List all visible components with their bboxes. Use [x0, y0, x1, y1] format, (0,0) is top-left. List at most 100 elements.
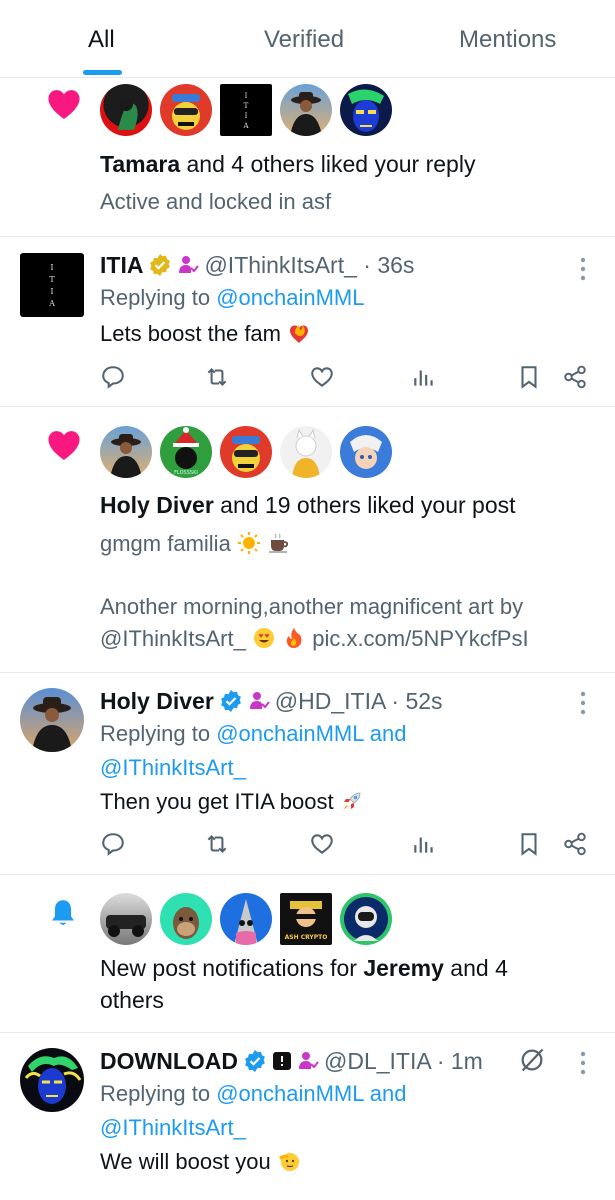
bookmark-icon[interactable] — [516, 364, 542, 390]
like-icon[interactable] — [309, 831, 335, 857]
heart-icon — [48, 431, 80, 461]
tweet-header: DOWNLOAD @DL_ITIA · 1m — [100, 1046, 483, 1076]
snippet-line: Another morning,another magnificent art … — [100, 594, 524, 619]
svg-text:FLOSSSKI: FLOSSSKI — [174, 470, 198, 476]
reply-target-link[interactable]: @onchainMML and — [216, 1081, 406, 1106]
svg-text:I: I — [50, 263, 53, 272]
avatar[interactable] — [220, 426, 272, 478]
reply-icon[interactable] — [100, 831, 126, 857]
tab-verified[interactable]: Verified — [264, 26, 344, 54]
like-icon[interactable] — [309, 364, 335, 390]
handle-and-time: @IThinkItsArt_ · 36s — [204, 252, 415, 278]
snippet-line: gmgm familia — [100, 531, 231, 556]
svg-text:ASH CRYPTO: ASH CRYPTO — [285, 934, 328, 941]
avatar[interactable] — [340, 426, 392, 478]
views-icon[interactable] — [411, 831, 437, 857]
divider — [0, 1032, 615, 1033]
tab-all[interactable]: All — [88, 26, 115, 54]
svg-text:T: T — [244, 102, 249, 110]
more-options-icon[interactable] — [576, 1050, 590, 1076]
avatar[interactable]: ITIA — [20, 253, 84, 317]
reply-target-link[interactable]: @onchainMML — [216, 285, 364, 310]
repost-icon[interactable] — [204, 364, 230, 390]
tweet-text: Lets boost the fam — [100, 318, 311, 350]
liker-name[interactable]: Holy Diver — [100, 492, 214, 518]
share-icon[interactable] — [562, 831, 588, 857]
replying-to: Replying to @onchainMML and @IThinkItsArt… — [100, 1077, 580, 1145]
views-icon[interactable] — [411, 364, 437, 390]
reply-icon[interactable] — [100, 364, 126, 390]
reply-target-link[interactable]: @IThinkItsArt_ — [100, 1115, 246, 1140]
notification-action: and 4 — [443, 955, 508, 981]
avatar[interactable] — [20, 1048, 84, 1112]
avatar[interactable] — [280, 84, 332, 136]
liker-avatars: ITIA — [100, 84, 392, 136]
repost-icon[interactable] — [204, 831, 230, 857]
replying-to: Replying to @onchainMML and @IThinkItsArt… — [100, 717, 580, 785]
notification-text: Holy Diver and 19 others liked your post — [100, 489, 516, 521]
avatar[interactable] — [220, 893, 272, 945]
notification-action: New post notifications for — [100, 955, 364, 981]
affiliate-badge-icon — [179, 256, 200, 273]
verified-badge-icon — [150, 254, 171, 276]
avatar[interactable] — [340, 893, 392, 945]
svg-text:I: I — [245, 92, 248, 100]
notification-text: Tamara and 4 others liked your reply — [100, 148, 475, 180]
avatar[interactable]: ITIA — [220, 84, 272, 136]
notification-action: and 19 others liked your post — [213, 492, 516, 518]
more-options-icon[interactable] — [576, 690, 590, 716]
verified-badge-icon — [245, 1050, 265, 1072]
avatar[interactable]: ASH CRYPTO — [280, 893, 332, 945]
svg-text:T: T — [49, 275, 55, 284]
notification-action: and 4 others liked your reply — [180, 151, 476, 177]
heart-on-fire-emoji-icon — [290, 325, 309, 343]
display-name[interactable]: DOWNLOAD — [100, 1046, 238, 1076]
avatar[interactable] — [340, 84, 392, 136]
media-link[interactable]: pic.x.com/5NPYkcfPsI — [312, 626, 528, 651]
notification-tabs: All Verified Mentions — [0, 0, 615, 78]
bookmark-icon[interactable] — [516, 831, 542, 857]
notification-action: others — [100, 987, 164, 1013]
tweet-actions — [100, 364, 590, 394]
grok-icon[interactable] — [518, 1046, 546, 1074]
saluting-face-emoji-icon — [278, 1153, 299, 1171]
tweet-body: Lets boost the fam — [100, 321, 281, 346]
avatar[interactable] — [160, 84, 212, 136]
reply-target-link[interactable]: @IThinkItsArt_ — [100, 755, 246, 780]
avatar[interactable] — [100, 84, 152, 136]
notification-snippet: Active and locked in asf — [100, 189, 332, 214]
replying-to: Replying to @onchainMML — [100, 281, 580, 315]
affiliate-badge-icon — [298, 1052, 319, 1069]
divider — [0, 874, 615, 875]
avatar[interactable] — [160, 893, 212, 945]
heart-icon — [48, 90, 80, 120]
tweet-text: Then you get ITIA boost — [100, 786, 364, 818]
coffee-emoji-icon — [269, 533, 289, 553]
notification-text: New post notifications for Jeremy and 4 o… — [100, 952, 570, 1016]
avatar[interactable] — [20, 688, 84, 752]
avatar[interactable]: FLOSSSKI — [160, 426, 212, 478]
display-name[interactable]: Holy Diver — [100, 686, 214, 716]
share-icon[interactable] — [562, 364, 588, 390]
tweet-text: We will boost you — [100, 1146, 301, 1178]
divider — [0, 236, 615, 237]
followed-avatars: ASH CRYPTO — [100, 893, 392, 945]
verified-badge-icon — [220, 690, 241, 712]
tab-mentions[interactable]: Mentions — [459, 26, 556, 54]
reply-target-link[interactable]: @onchainMML and — [216, 721, 406, 746]
sun-emoji-icon — [237, 532, 260, 554]
liker-name[interactable]: Tamara — [100, 151, 180, 177]
avatar[interactable] — [100, 893, 152, 945]
display-name[interactable]: ITIA — [100, 250, 143, 280]
svg-text:I: I — [50, 287, 53, 296]
avatar[interactable] — [280, 426, 332, 478]
avatar[interactable] — [100, 426, 152, 478]
followed-name[interactable]: Jeremy — [363, 955, 444, 981]
divider — [0, 672, 615, 673]
svg-text:A: A — [242, 122, 249, 130]
more-options-icon[interactable] — [576, 256, 590, 282]
svg-text:A: A — [48, 299, 55, 308]
handle-and-time: @HD_ITIA · 52s — [274, 688, 443, 714]
replying-label: Replying to — [100, 285, 217, 310]
tweet-header: Holy Diver @HD_ITIA · 52s — [100, 686, 443, 716]
